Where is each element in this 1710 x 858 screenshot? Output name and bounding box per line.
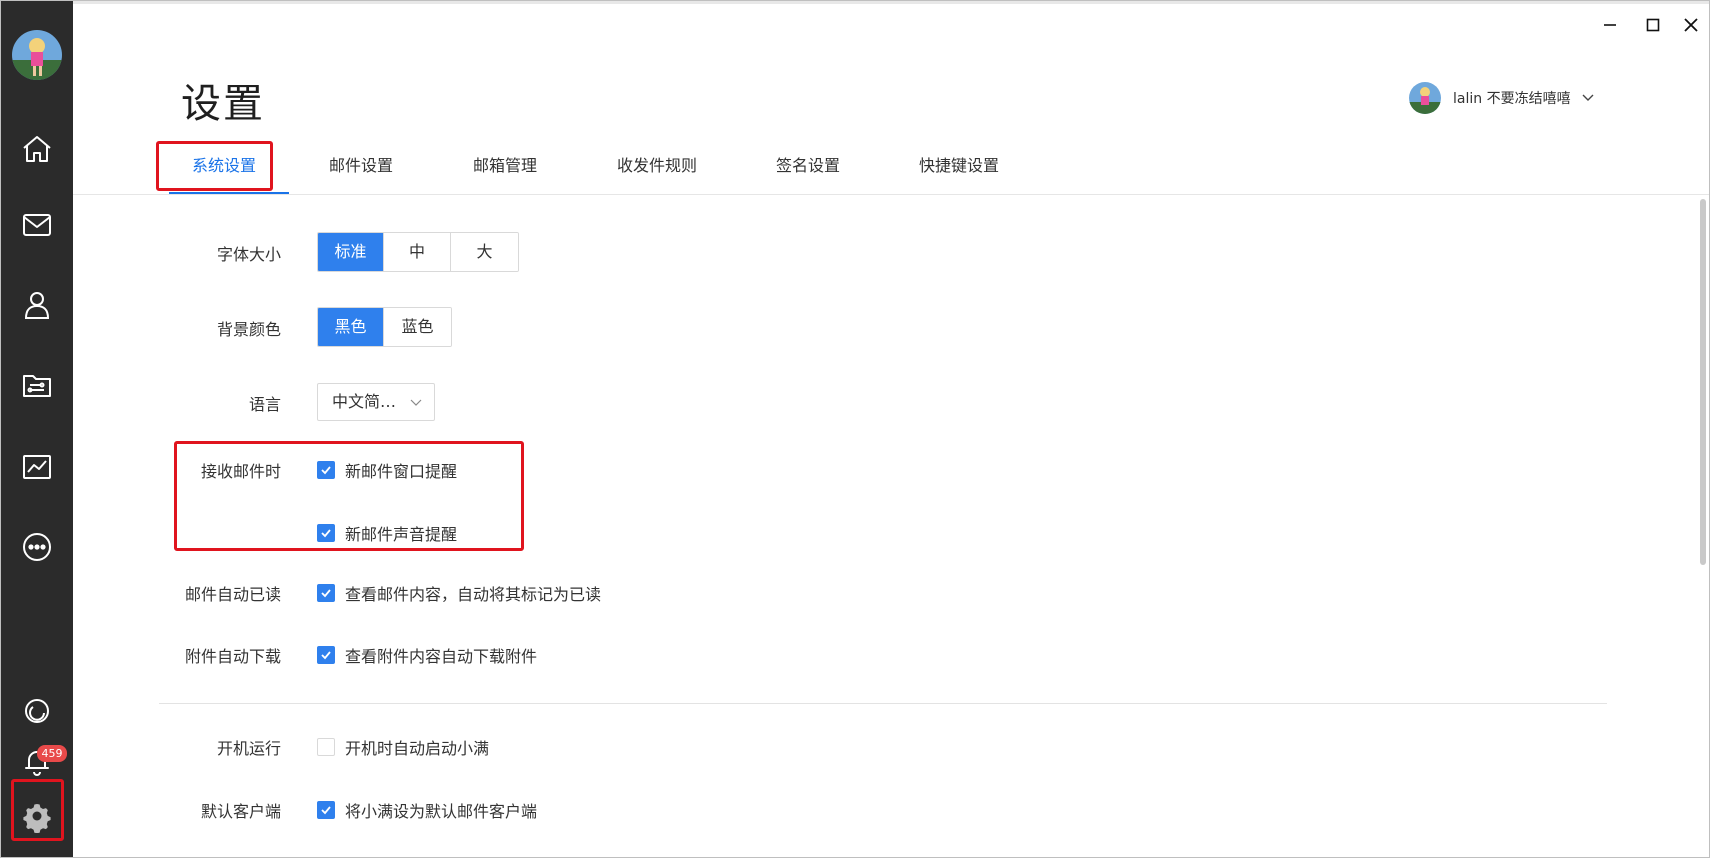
auto-download-checkbox[interactable]: 查看附件内容自动下载附件 [317,643,537,667]
checkbox-label: 查看附件内容自动下载附件 [345,647,538,666]
tab-highlight [156,141,273,191]
checkbox-label: 查看邮件内容，自动将其标记为已读 [345,585,602,604]
checkbox-label: 开机时自动启动小满 [345,739,490,758]
font-size-medium[interactable]: 中 [384,233,451,271]
language-label: 语言 [248,395,281,414]
language-value: 中文简… [332,392,397,411]
chevron-down-icon [410,399,422,406]
settings-tabs: 系统设置 邮件设置 邮箱管理 收发件规则 签名设置 快捷键设置 [159,141,1039,195]
mail-icon[interactable] [17,205,57,245]
app-window: 459 设置 lalin 不要冻结嘻嘻 系统设置 邮件设置 邮箱管理 收发件规则… [0,0,1710,858]
auto-read-label: 邮件自动已读 [184,585,281,604]
home-icon[interactable] [17,129,57,169]
minimize-icon[interactable] [1596,11,1624,39]
close-icon[interactable] [1677,11,1705,39]
checkbox-checked-icon [317,646,335,664]
user-avatar [1409,82,1441,114]
folder-icon[interactable] [17,365,57,405]
default-client-label: 默认客户端 [200,802,281,821]
sidebar: 459 [1,1,73,857]
tab-mailbox-management[interactable]: 邮箱管理 [433,141,577,195]
theme-icon[interactable] [17,691,57,731]
checkbox-checked-icon [317,584,335,602]
section-divider [159,703,1607,704]
startup-checkbox[interactable]: 开机时自动启动小满 [317,735,489,759]
checkbox-unchecked-icon [317,738,335,756]
background-blue[interactable]: 蓝色 [384,308,451,346]
tab-shortcut-settings[interactable]: 快捷键设置 [879,141,1039,195]
default-client-checkbox[interactable]: 将小满设为默认邮件客户端 [317,798,537,822]
avatar[interactable] [12,30,62,80]
tab-signature-settings[interactable]: 签名设置 [737,141,879,195]
scrollbar-thumb[interactable] [1700,199,1706,565]
user-menu[interactable]: lalin 不要冻结嘻嘻 [1409,81,1595,115]
tab-mail-settings[interactable]: 邮件设置 [289,141,433,195]
page-title: 设置 [181,81,265,127]
title-strip [1,1,1709,4]
chevron-down-icon [1582,94,1594,101]
tab-mail-rules[interactable]: 收发件规则 [577,141,737,195]
auto-read-checkbox[interactable]: 查看邮件内容，自动将其标记为已读 [317,581,601,605]
settings-highlight [11,779,64,841]
startup-label: 开机运行 [216,739,281,758]
user-name: lalin 不要冻结嘻嘻 [1453,91,1571,107]
font-size-large[interactable]: 大 [451,233,518,271]
user-icon[interactable] [17,285,57,325]
maximize-icon[interactable] [1639,11,1667,39]
background-black[interactable]: 黑色 [318,308,384,346]
notify-highlight [174,441,524,551]
checkbox-label: 将小满设为默认邮件客户端 [345,802,538,821]
font-size-standard[interactable]: 标准 [318,233,384,271]
tabs-divider [73,194,1709,195]
font-size-label: 字体大小 [216,245,281,264]
chart-icon[interactable] [17,447,57,487]
more-icon[interactable] [17,527,57,567]
auto-download-label: 附件自动下载 [184,647,281,666]
background-color-label: 背景颜色 [216,320,281,339]
background-color-segmented: 黑色 蓝色 [317,307,452,347]
language-select[interactable]: 中文简… [317,383,435,421]
font-size-segmented: 标准 中 大 [317,232,519,272]
checkbox-checked-icon [317,801,335,819]
